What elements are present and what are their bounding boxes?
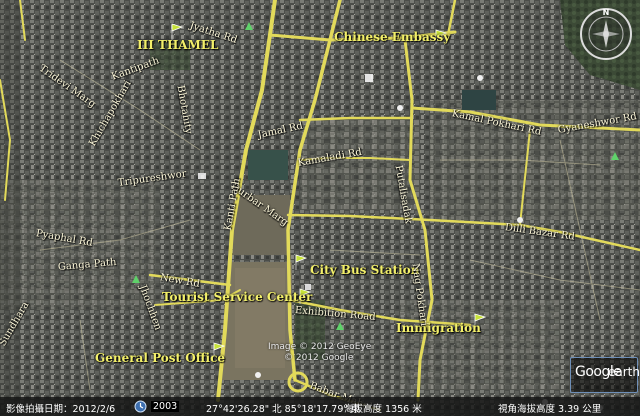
compass-north-label: N	[603, 8, 610, 17]
coordinates-readout: 27°42'26.28" 北 85°18'17.79" 東	[206, 404, 361, 415]
historical-imagery-year[interactable]: 2003	[151, 401, 180, 412]
google-copyright: © 2012 Google	[284, 353, 354, 363]
elevation-readout: 海拔高度 1356 米	[344, 404, 422, 415]
place-label-chinese-embassy[interactable]: Chinese Embassy	[334, 30, 450, 44]
compass-icon[interactable]: N	[578, 6, 634, 62]
google-earth-logo: Google earth	[570, 357, 640, 393]
logo-earth-text: earth	[608, 365, 640, 379]
place-label-general-post-office[interactable]: General Post Office	[95, 351, 225, 365]
map-viewport[interactable]: III THAMEL Chinese Embassy City Bus Stat…	[0, 0, 640, 416]
historical-imagery-clock-icon[interactable]	[134, 400, 147, 413]
place-label-city-bus-station[interactable]: City Bus Station	[310, 263, 419, 277]
place-label-tourist-service-center[interactable]: Tourist Service Center	[162, 290, 312, 304]
imagery-copyright: Image © 2012 GeoEye	[268, 342, 372, 352]
imagery-date: 影像拍攝日期：2012/2/6	[6, 404, 116, 415]
place-label-thamel[interactable]: III THAMEL	[137, 38, 218, 52]
place-label-immigration[interactable]: Immigration	[396, 321, 481, 335]
status-bar: 影像拍攝日期：2012/2/6 2003 27°42'26.28" 北 85°1…	[0, 397, 640, 416]
eye-altitude-readout: 視角海拔高度 3.39 公里	[498, 404, 602, 415]
